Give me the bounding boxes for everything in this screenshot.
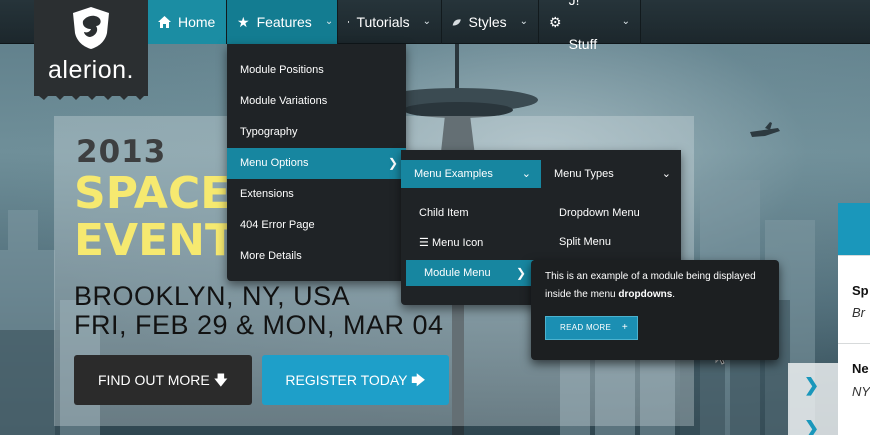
menu-item-typography[interactable]: Typography: [227, 117, 406, 148]
chevron-right-icon: ❯: [387, 156, 398, 170]
nav-home[interactable]: Home: [148, 0, 227, 44]
register-today-button[interactable]: REGISTER TODAY 🡆: [262, 355, 449, 405]
divider: [838, 343, 870, 344]
side-news-header: [838, 203, 870, 255]
menu-item-child-item[interactable]: Child Item: [401, 200, 541, 226]
menu-item-split-menu[interactable]: Split Menu: [541, 229, 681, 255]
chevron-right-icon[interactable]: ❯: [804, 375, 819, 396]
chevron-right-icon[interactable]: ❯: [804, 418, 819, 435]
menu-icon-label: Menu Icon: [431, 237, 484, 249]
menu-types-label: Menu Types: [554, 168, 614, 180]
hero-date: FRI, FEB 29 & MON, MAR 04: [74, 310, 444, 340]
logo-text: alerion.: [48, 56, 134, 84]
nav-features-label: Features: [256, 14, 312, 30]
menu-item-module-menu[interactable]: Module Menu ❯: [406, 260, 534, 286]
chevron-down-icon: ⌄: [621, 16, 630, 27]
side-news-item-title[interactable]: Ne: [852, 361, 869, 376]
nav-styles[interactable]: Styles ⌄: [442, 0, 539, 44]
menu-item-dropdown-menu[interactable]: Dropdown Menu: [541, 200, 681, 226]
chevron-down-icon: ⌄: [661, 168, 671, 180]
shield-logo-icon: [73, 7, 109, 49]
menu-item-menu-options-label: Menu Options: [240, 157, 309, 169]
chevron-down-icon: ⌄: [521, 168, 531, 180]
menu-item-extensions[interactable]: Extensions: [227, 179, 406, 210]
features-dropdown: Module Positions Module Variations Typog…: [227, 44, 406, 281]
document-icon: [348, 21, 350, 23]
cog-icon: ⚙: [549, 14, 562, 30]
leaf-icon: [452, 18, 461, 26]
nav-j-stuff-label: J! Stuff: [568, 0, 598, 52]
home-icon: [158, 16, 171, 28]
menu-item-404-error-page[interactable]: 404 Error Page: [227, 210, 406, 241]
plus-icon: +: [621, 322, 628, 333]
register-today-label: REGISTER TODAY: [285, 372, 408, 388]
nav-home-label: Home: [178, 14, 216, 30]
side-news-item-title[interactable]: Sp: [852, 283, 869, 298]
menu-item-menu-examples[interactable]: Menu Examples ⌄: [401, 160, 541, 188]
side-news-item-subtitle: NY: [852, 384, 870, 399]
menu-item-more-details[interactable]: More Details: [227, 241, 406, 272]
popup-description: This is an example of a module being dis…: [545, 271, 756, 300]
menu-item-menu-options[interactable]: Menu Options ❯: [227, 148, 406, 179]
read-more-label: READ MORE: [560, 323, 612, 332]
menu-item-menu-types[interactable]: Menu Types ⌄: [541, 160, 681, 188]
hero-year: 2013: [76, 134, 167, 170]
read-more-button[interactable]: READ MORE +: [545, 316, 638, 340]
star-icon: ★: [237, 14, 250, 30]
chevron-right-icon: ❯: [515, 266, 526, 280]
divider: [838, 255, 870, 256]
chevron-down-icon: ⌄: [324, 16, 334, 27]
arrow-right-icon: 🡆: [411, 372, 426, 388]
nav-tutorials-label: Tutorials: [356, 14, 410, 30]
nav-features[interactable]: ★ Features ⌄: [227, 0, 338, 44]
chevron-down-icon: ⌄: [519, 16, 528, 27]
menu-item-module-variations[interactable]: Module Variations: [227, 86, 406, 117]
arrow-down-icon: 🡇: [213, 372, 229, 388]
site-logo[interactable]: alerion.: [34, 0, 148, 96]
module-menu-label: Module Menu: [424, 267, 491, 279]
list-icon: ☰: [419, 237, 429, 249]
menu-examples-label: Menu Examples: [414, 168, 493, 180]
nav-styles-label: Styles: [468, 14, 507, 30]
side-news-item-subtitle: Br: [852, 305, 865, 320]
find-out-more-label: FIND OUT MORE: [97, 372, 210, 388]
hero-location: BROOKLYN, NY, USA: [74, 281, 351, 311]
chevron-down-icon: ⌄: [422, 16, 431, 27]
nav-tutorials[interactable]: Tutorials ⌄: [338, 0, 442, 44]
nav-j-stuff[interactable]: ⚙ J! Stuff ⌄: [539, 0, 641, 52]
logo-ribbon-edge: [34, 88, 148, 100]
menu-item-module-positions[interactable]: Module Positions: [227, 55, 406, 86]
module-menu-popup: This is an example of a module being dis…: [531, 260, 779, 360]
find-out-more-button[interactable]: FIND OUT MORE 🡇: [74, 355, 252, 405]
menu-item-menu-icon[interactable]: ☰ Menu Icon: [401, 230, 541, 256]
